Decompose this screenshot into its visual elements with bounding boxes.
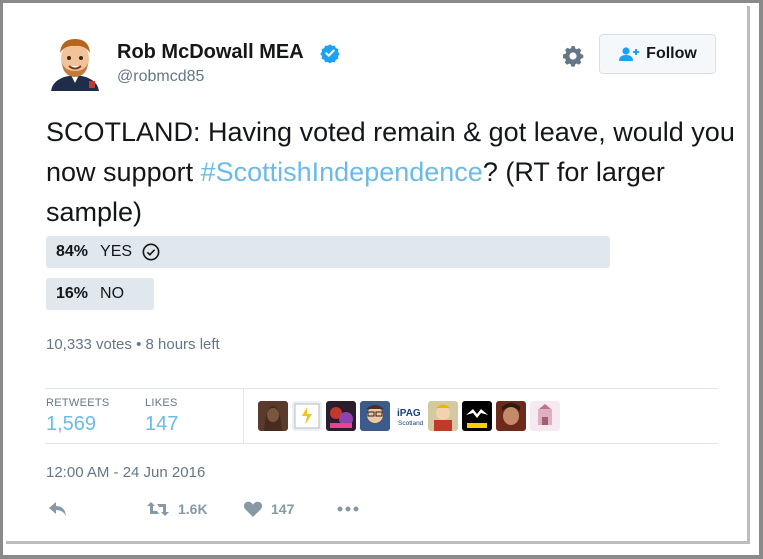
poll-time-left: 8 hours left <box>145 336 220 353</box>
liker-avatar-ipag[interactable]: iPAGScotland <box>394 401 424 431</box>
retweet-count: 1.6K <box>178 501 208 517</box>
heart-icon <box>243 501 263 517</box>
liker-avatar[interactable] <box>360 401 390 431</box>
like-count: 147 <box>271 501 295 517</box>
retweet-icon <box>147 502 169 516</box>
check-circle-icon <box>142 243 160 261</box>
retweet-button[interactable]: 1.6K <box>146 500 208 518</box>
like-button[interactable]: 147 <box>243 500 294 518</box>
poll-percent: 84% <box>56 243 89 260</box>
gear-icon[interactable] <box>561 44 585 68</box>
avatar[interactable] <box>45 31 105 91</box>
liker-avatar[interactable] <box>496 401 526 431</box>
user-name[interactable]: Rob McDowall MEA <box>117 41 304 64</box>
more-icon <box>337 506 359 512</box>
liker-avatar[interactable] <box>326 401 356 431</box>
reply-icon <box>49 502 66 516</box>
likes-count[interactable]: 147 <box>145 413 178 436</box>
poll-meta: 10,333 votes • 8 hours left <box>46 336 220 353</box>
divider <box>46 388 718 389</box>
retweets-count[interactable]: 1,569 <box>46 413 96 436</box>
poll-separator: • <box>136 336 142 353</box>
liker-avatar[interactable] <box>258 401 288 431</box>
poll-percent: 16% <box>56 285 89 302</box>
tweet-text: SCOTLAND: Having voted remain & got leav… <box>46 112 736 232</box>
poll-option-no: 16% NO <box>46 278 124 310</box>
likes-label[interactable]: LIKES <box>145 397 178 409</box>
liker-avatar[interactable] <box>292 401 322 431</box>
verified-badge-icon <box>320 44 340 63</box>
add-user-icon <box>619 47 640 61</box>
reply-button[interactable] <box>48 500 68 518</box>
liker-avatar[interactable] <box>428 401 458 431</box>
poll-label: NO <box>100 285 125 302</box>
user-handle[interactable]: @robmcd85 <box>117 68 204 86</box>
tweet-timestamp[interactable]: 12:00 AM - 24 Jun 2016 <box>46 464 205 481</box>
liker-avatar-snp[interactable] <box>462 401 492 431</box>
svg-text:iPAG: iPAG <box>397 408 421 419</box>
follow-button[interactable]: Follow <box>599 34 716 74</box>
poll-votes: 10,333 votes <box>46 336 132 353</box>
poll-option-yes: 84% YES <box>46 236 160 268</box>
retweets-label[interactable]: RETWEETS <box>46 397 110 409</box>
more-button[interactable] <box>336 500 360 518</box>
liker-avatar[interactable] <box>530 401 560 431</box>
follow-label: Follow <box>646 45 697 62</box>
divider <box>46 443 718 444</box>
poll-label: YES <box>100 243 133 260</box>
hashtag-link[interactable]: #ScottishIndependence <box>201 157 483 187</box>
svg-text:Scotland: Scotland <box>398 420 424 427</box>
stats-divider <box>243 389 244 444</box>
liker-avatars: iPAG Scotland <box>258 401 560 431</box>
